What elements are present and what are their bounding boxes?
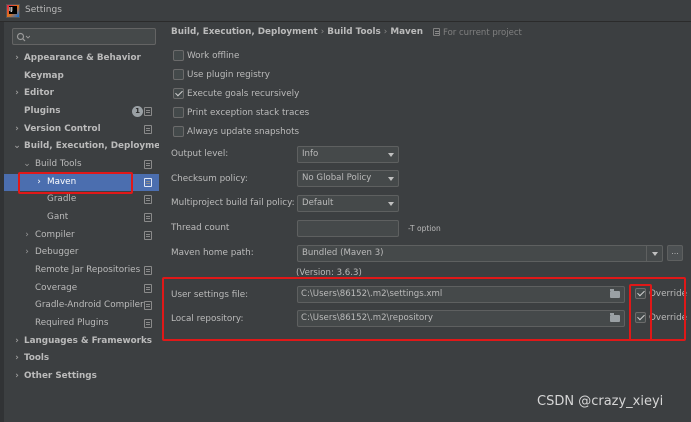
dropdown-arrow-icon bbox=[652, 252, 658, 256]
sidebar-item-maven[interactable]: › Maven bbox=[4, 174, 159, 191]
project-scope-icon bbox=[144, 107, 152, 116]
project-scope-icon bbox=[144, 301, 152, 310]
checkbox-box[interactable] bbox=[635, 312, 646, 323]
sidebar-item-tools[interactable]: › Tools bbox=[4, 350, 159, 367]
chevron-right-icon: › bbox=[15, 88, 19, 98]
breadcrumb-part[interactable]: Build, Execution, Deployment bbox=[171, 27, 318, 37]
sidebar-item-gant[interactable]: Gant bbox=[4, 209, 159, 226]
sidebar-item-appearance-behavior[interactable]: › Appearance & Behavior bbox=[4, 50, 159, 67]
project-scope-icon bbox=[144, 160, 152, 169]
project-scope-icon bbox=[144, 284, 152, 293]
sidebar-item-coverage[interactable]: Coverage bbox=[4, 280, 159, 297]
project-scope-icon bbox=[144, 178, 152, 187]
breadcrumb: Build, Execution, Deployment › Build Tools… bbox=[171, 27, 423, 37]
maven-home-select[interactable]: Bundled (Maven 3) bbox=[297, 245, 663, 262]
checkbox-box[interactable] bbox=[173, 107, 184, 118]
chevron-down-icon: ⌄ bbox=[13, 141, 21, 151]
chevron-right-icon: › bbox=[15, 371, 19, 381]
checksum-policy-label: Checksum policy: bbox=[171, 174, 248, 184]
browse-button[interactable]: ... bbox=[667, 245, 683, 261]
checkbox-box[interactable] bbox=[173, 50, 184, 61]
sidebar-item-build-tools[interactable]: ⌄ Build Tools bbox=[4, 156, 159, 173]
chevron-right-icon: › bbox=[25, 247, 29, 257]
checkbox-box[interactable] bbox=[173, 69, 184, 80]
window-title: Settings bbox=[25, 5, 62, 15]
chevron-right-icon: › bbox=[37, 177, 41, 187]
project-scope-icon bbox=[144, 231, 152, 240]
sidebar-item-debugger[interactable]: › Debugger bbox=[4, 244, 159, 261]
sidebar-item-other-settings[interactable]: › Other Settings bbox=[4, 368, 159, 385]
watermark: CSDN @crazy_xieyi bbox=[537, 394, 664, 409]
sidebar-item-compiler[interactable]: › Compiler bbox=[4, 227, 159, 244]
chevron-right-icon: › bbox=[15, 336, 19, 346]
maven-settings-panel: Build, Execution, Deployment › Build Tools… bbox=[159, 22, 691, 422]
sidebar-item-version-control[interactable]: › Version Control bbox=[4, 121, 159, 138]
project-scope-icon bbox=[433, 28, 440, 36]
fail-policy-select[interactable]: Default bbox=[297, 195, 399, 212]
sidebar-item-required-plugins[interactable]: Required Plugins bbox=[4, 315, 159, 332]
checksum-policy-select[interactable]: No Global Policy bbox=[297, 170, 399, 187]
dropdown-arrow-icon bbox=[388, 153, 394, 157]
dropdown-arrow-icon bbox=[388, 177, 394, 181]
breadcrumb-part[interactable]: Build Tools bbox=[327, 27, 381, 37]
maven-version-label: (Version: 3.6.3) bbox=[296, 268, 362, 278]
title-bar: Settings bbox=[0, 0, 691, 22]
chevron-right-icon: › bbox=[15, 353, 19, 363]
thread-count-input[interactable] bbox=[297, 220, 399, 237]
maven-home-label: Maven home path: bbox=[171, 248, 254, 258]
project-scope-icon bbox=[144, 213, 152, 222]
intellij-logo-icon bbox=[6, 4, 20, 18]
project-scope-icon bbox=[144, 266, 152, 275]
sidebar-item-languages-frameworks[interactable]: › Languages & Frameworks bbox=[4, 333, 159, 350]
sidebar-item-plugins[interactable]: Plugins 1 bbox=[4, 103, 159, 120]
chevron-right-icon: › bbox=[15, 124, 19, 134]
checkbox-box[interactable] bbox=[635, 288, 646, 299]
checkbox-box[interactable] bbox=[173, 88, 184, 99]
dropdown-arrow-icon bbox=[388, 202, 394, 206]
search-icon bbox=[16, 32, 30, 42]
folder-icon[interactable] bbox=[610, 313, 620, 322]
chevron-right-icon: › bbox=[15, 53, 19, 63]
sidebar-item-build-execution-deployment[interactable]: ⌄ Build, Execution, Deployment bbox=[4, 138, 171, 155]
local-repository-label: Local repository: bbox=[171, 314, 244, 324]
thread-count-hint: -T option bbox=[408, 224, 441, 233]
sidebar-item-editor[interactable]: › Editor bbox=[4, 85, 159, 102]
project-scope-icon bbox=[144, 195, 152, 204]
folder-icon[interactable] bbox=[610, 289, 620, 298]
chevron-right-icon: › bbox=[25, 230, 29, 240]
fail-policy-label: Multiproject build fail policy: bbox=[171, 198, 295, 208]
output-level-select[interactable]: Info bbox=[297, 146, 399, 163]
sidebar-item-gradle[interactable]: Gradle bbox=[4, 191, 159, 208]
breadcrumb-part: Maven bbox=[390, 27, 423, 37]
sidebar-item-gradle-android-compiler[interactable]: Gradle-Android Compiler bbox=[4, 297, 159, 314]
thread-count-label: Thread count bbox=[171, 223, 230, 233]
user-settings-label: User settings file: bbox=[171, 290, 249, 300]
settings-sidebar: › Appearance & Behavior Keymap › Editor … bbox=[4, 22, 171, 422]
user-settings-path-input[interactable]: C:\Users\86152\.m2\settings.xml bbox=[297, 286, 625, 303]
output-level-label: Output level: bbox=[171, 149, 229, 159]
project-scope-icon bbox=[144, 125, 152, 134]
project-scope-icon bbox=[144, 319, 152, 328]
local-repository-path-input[interactable]: C:\Users\86152\.m2\repository bbox=[297, 310, 625, 327]
chevron-down-icon: ⌄ bbox=[23, 159, 31, 169]
scope-indicator: For current project bbox=[433, 27, 522, 38]
checkbox-box[interactable] bbox=[173, 126, 184, 137]
sidebar-item-keymap[interactable]: Keymap bbox=[4, 68, 159, 85]
update-count-badge: 1 bbox=[132, 106, 143, 117]
settings-search-input[interactable] bbox=[12, 28, 156, 45]
sidebar-item-remote-jar-repositories[interactable]: Remote Jar Repositories bbox=[4, 262, 159, 279]
